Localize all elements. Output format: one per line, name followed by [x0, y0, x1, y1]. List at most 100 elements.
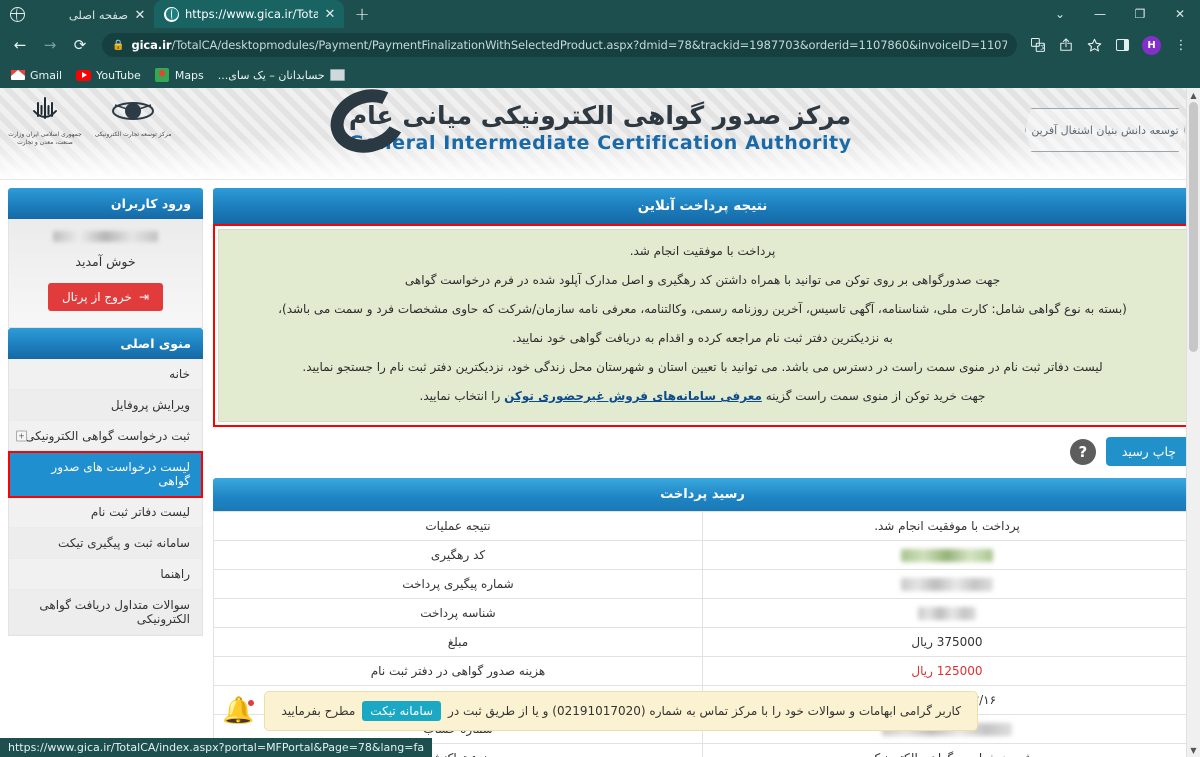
bookmark-hesabdanan[interactable]: حسابدانان – یک سای...: [218, 68, 345, 82]
bookmark-label: YouTube: [96, 68, 141, 82]
welcome-text: خوش آمدید: [75, 254, 136, 269]
header-right-seal: توسعه دانش بنیان اشتغال آفرین: [1020, 102, 1190, 158]
bookmarks-bar: Gmail YouTube Maps حسابدانان – یک سای...: [0, 62, 1200, 88]
status-bar-url: https://www.gica.ir/TotalCA/index.aspx?p…: [0, 738, 433, 757]
bookmark-star-icon[interactable]: [1081, 32, 1107, 58]
url-path: /TotalCA/desktopmodules/Payment/PaymentF…: [171, 38, 1008, 52]
receipt-actions: چاپ رسید ?: [213, 437, 1192, 466]
sidebar: ورود کاربران خوش آمدید ⇥ خروج از پرتال م…: [8, 188, 203, 757]
alert-line: جهت صدورگواهی بر روی توکن می توانید با ه…: [404, 273, 1001, 287]
translate-icon[interactable]: 文: [1025, 32, 1051, 58]
tab-home[interactable]: صفحه اصلی ✕: [34, 2, 154, 28]
tab-gica[interactable]: https://www.gica.ir/TotalCA/desk ✕: [154, 0, 344, 28]
page-viewport: مرکز توسعه تجارت الکترونیکی جمهوری اسلام…: [0, 88, 1200, 757]
receipt-value: پرداخت با موفقیت انجام شد.: [702, 511, 1192, 541]
sidebar-item-ticket-system[interactable]: سامانه ثبت و پیگیری تیکت: [9, 528, 202, 559]
bookmark-label: Maps: [174, 68, 204, 82]
masked-value: [901, 549, 993, 562]
receipt-label: کد رهگیری: [213, 540, 703, 570]
alert-line-with-link: جهت خرید توکن از منوی سمت راست گزینه معر…: [235, 387, 1170, 405]
table-row: پرداخت با موفقیت انجام شد. نتیجه عملیات: [213, 511, 1192, 541]
receipt-value: ثبت درخواست گواهی الکترونیکی: [702, 743, 1192, 757]
user-panel: خوش آمدید ⇥ خروج از پرتال: [8, 219, 203, 328]
receipt-value-masked: [702, 569, 1192, 599]
sidebar-item-guide[interactable]: راهنما: [9, 559, 202, 590]
expand-plus-icon[interactable]: +: [16, 430, 27, 442]
page-body: نتیجه پرداخت آنلاین پرداخت با موفقیت انج…: [0, 180, 1200, 757]
logout-label: خروج از پرتال: [61, 290, 132, 304]
lock-icon: 🔒: [112, 39, 125, 51]
notification-dot: [247, 699, 256, 707]
maximize-button[interactable]: ❐: [1120, 0, 1160, 28]
gmail-icon: [10, 68, 25, 82]
globe-icon: [9, 6, 25, 22]
url-text: gica.ir/TotalCA/desktopmodules/Payment/P…: [131, 38, 1007, 52]
alert-line: به نزدیکترین دفتر ثبت نام مراجعه کرده و …: [512, 331, 893, 345]
receipt-value-masked: [702, 598, 1192, 628]
alert-prefix: جهت خرید توکن از منوی سمت راست گزینه: [761, 389, 986, 403]
iran-emblem-icon: [32, 94, 58, 128]
url-domain: gica.ir: [131, 38, 172, 52]
page-title: نتیجه پرداخت آنلاین: [213, 188, 1192, 224]
success-alert: پرداخت با موفقیت انجام شد. جهت صدورگواهی…: [218, 229, 1187, 422]
token-sellers-link[interactable]: معرفی سامانه‌های فروش غیرحضوری توکن: [504, 389, 762, 403]
sidebar-item-label: ثبت درخواست گواهی الکترونیکی: [25, 429, 190, 443]
main-content: نتیجه پرداخت آنلاین پرداخت با موفقیت انج…: [213, 188, 1192, 757]
bookmark-label: حسابدانان – یک سای...: [217, 68, 325, 82]
sidebar-item-new-request[interactable]: + ثبت درخواست گواهی الکترونیکی: [9, 421, 202, 452]
bookmark-gmail[interactable]: Gmail: [10, 68, 62, 82]
scrollbar-thumb[interactable]: [1189, 102, 1198, 352]
alert-red-frame: پرداخت با موفقیت انجام شد. جهت صدورگواهی…: [213, 224, 1192, 427]
table-row: 375000 ریال مبلغ: [213, 627, 1192, 657]
close-icon[interactable]: ✕: [324, 8, 336, 21]
bookmark-youtube[interactable]: YouTube: [76, 68, 141, 82]
navigation-toolbar: ← → ⟳ 🔒 gica.ir/TotalCA/desktopmodules/P…: [0, 28, 1200, 62]
new-tab-button[interactable]: +: [348, 0, 376, 28]
receipt-value-masked: [702, 540, 1192, 570]
forward-icon[interactable]: →: [36, 31, 64, 59]
page-scrollbar[interactable]: ▲ ▼: [1186, 88, 1200, 757]
user-name-masked: [53, 231, 158, 242]
sidebar-item-offices-list[interactable]: لیست دفاتر ثبت نام: [9, 497, 202, 528]
logout-button[interactable]: ⇥ خروج از پرتال: [47, 283, 164, 311]
table-row: کد رهگیری: [213, 540, 1192, 570]
tab-search-icon[interactable]: ⌄: [1040, 0, 1080, 28]
emblem-etrade: مرکز توسعه تجارت الکترونیکی: [94, 94, 172, 139]
notification-text-after: مطرح بفرمایید: [281, 704, 356, 718]
bell-icon[interactable]: 🔔: [222, 698, 256, 724]
alert-line: پرداخت با موفقیت انجام شد.: [629, 244, 776, 258]
ticket-system-button[interactable]: سامانه تیکت: [362, 701, 442, 721]
side-panel-icon[interactable]: [1109, 32, 1135, 58]
address-bar[interactable]: 🔒 gica.ir/TotalCA/desktopmodules/Payment…: [102, 33, 1017, 57]
reload-icon[interactable]: ⟳: [66, 31, 94, 59]
close-icon[interactable]: ✕: [134, 9, 146, 22]
back-icon[interactable]: ←: [6, 31, 34, 59]
alert-line: لیست دفاتر ثبت نام در منوی سمت راست در د…: [302, 360, 1103, 374]
table-row: 125000 ریال هزینه صدور گواهی در دفتر ثبت…: [213, 656, 1192, 686]
print-receipt-button[interactable]: چاپ رسید: [1105, 437, 1192, 466]
header-emblems: مرکز توسعه تجارت الکترونیکی جمهوری اسلام…: [6, 94, 172, 146]
masked-value: [918, 607, 976, 620]
ca-ring-logo-icon: [322, 88, 414, 163]
sidebar-item-faq[interactable]: سوالات متداول دریافت گواهی الکترونیکی: [9, 590, 202, 635]
bookmark-label: Gmail: [30, 68, 63, 82]
share-icon[interactable]: [1053, 32, 1079, 58]
close-window-button[interactable]: ✕: [1160, 0, 1200, 28]
emblem-caption: جمهوری اسلامی ایران وزارت صنعت، معدن و ت…: [8, 131, 82, 146]
avatar[interactable]: H: [1142, 35, 1161, 55]
bookmark-maps[interactable]: Maps: [155, 68, 204, 82]
sidebar-item-request-list[interactable]: لیست درخواست های صدور گواهی: [8, 451, 203, 498]
sidebar-item-home[interactable]: خانه: [9, 359, 202, 390]
site-title-en: General Intermediate Certification Autho…: [348, 131, 852, 154]
scroll-up-icon[interactable]: ▲: [1187, 88, 1200, 102]
emblem-caption: مرکز توسعه تجارت الکترونیکی: [94, 131, 172, 138]
favicon-globe-icon: [164, 6, 179, 22]
sidebar-item-edit-profile[interactable]: ویرایش پروفایل: [9, 390, 202, 421]
scroll-down-icon[interactable]: ▼: [1187, 743, 1200, 757]
help-icon[interactable]: ?: [1069, 438, 1096, 465]
minimize-button[interactable]: —: [1080, 0, 1120, 28]
browser-menu-icon[interactable]: ⋮: [1168, 32, 1194, 58]
site-favicon-icon: [329, 68, 345, 82]
etrade-logo-icon: [111, 94, 155, 128]
alert-line: (بسته به نوع گواهی شامل: کارت ملی، شناسن…: [278, 302, 1127, 316]
